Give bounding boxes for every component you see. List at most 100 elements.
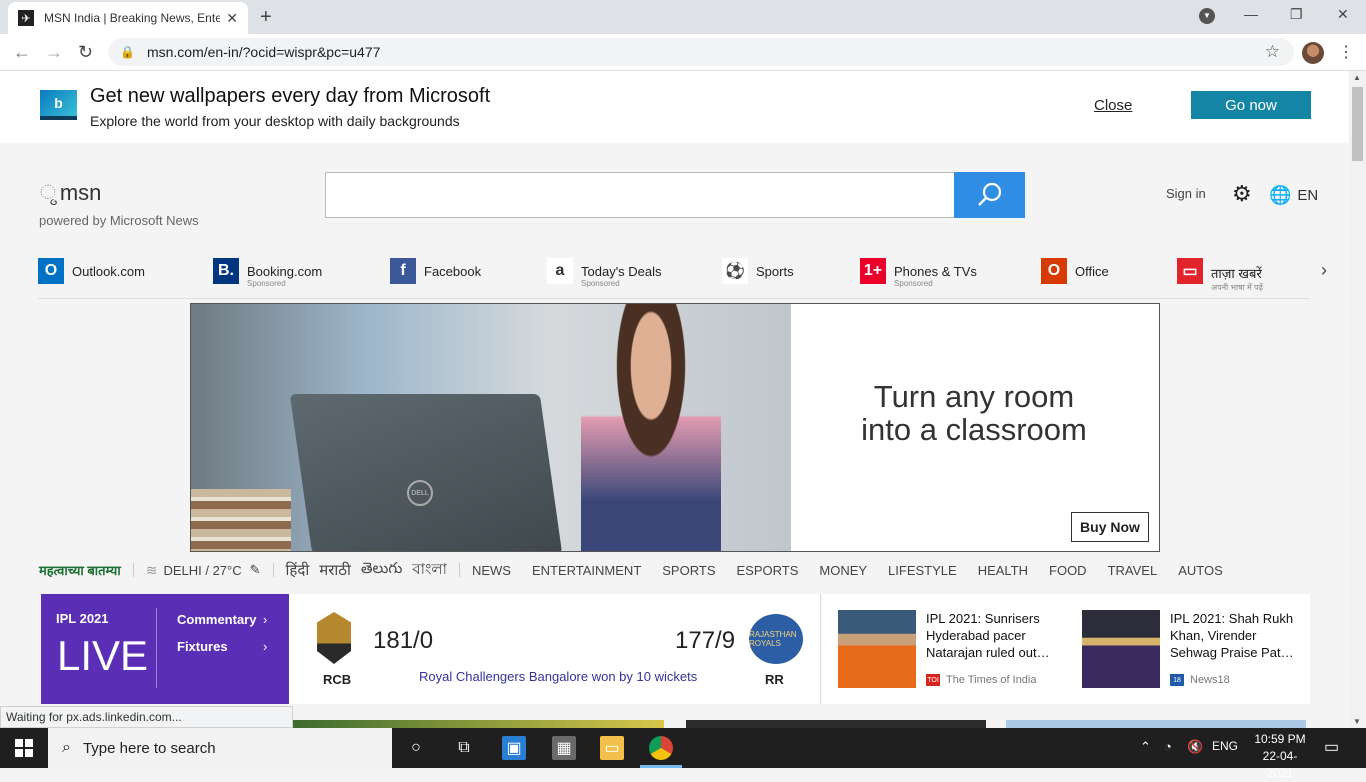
news-thumbnail[interactable] (1082, 610, 1160, 688)
news-card[interactable]: IPL 2021: Sunrisers Hyderabad pacer Nata… (838, 610, 1068, 690)
quick-link-5[interactable]: 1+ Phones & TVs Sponsored (860, 258, 977, 288)
maximize-icon[interactable]: ❐ (1290, 6, 1303, 23)
scroll-down-icon[interactable]: ▼ (1353, 717, 1361, 726)
buy-now-button[interactable]: Buy Now (1071, 512, 1149, 542)
minimize-icon[interactable]: — (1244, 6, 1258, 22)
windows-logo-icon (15, 739, 33, 757)
quick-link-text: Phones & TVs (894, 264, 977, 279)
volume-muted-icon[interactable]: 🔇 (1187, 739, 1203, 755)
wallpaper-promo-banner: b Get new wallpapers every day from Micr… (0, 71, 1349, 143)
taskbar-search-placeholder[interactable]: Type here to search (83, 740, 216, 757)
news-thumbnail[interactable] (838, 610, 916, 688)
reload-icon[interactable]: ↻ (78, 42, 93, 63)
calculator-icon[interactable]: ▦ (552, 736, 576, 760)
weather-text: DELHI / 27°C (163, 562, 242, 578)
dell-ad-banner[interactable]: DELL Turn any room into a classroom Buy … (190, 303, 1160, 552)
cortana-icon[interactable]: ○ (404, 736, 428, 760)
nav-health[interactable]: HEALTH (978, 563, 1028, 578)
msn-logo[interactable]: ୃ msn (40, 180, 101, 206)
nav-entertainment[interactable]: ENTERTAINMENT (532, 563, 641, 578)
chevron-right-icon[interactable]: › (263, 612, 267, 627)
quick-link-7[interactable]: ▭ ताज़ा खबरें अपनी भाषा में पढ़ें (1177, 258, 1263, 293)
scrollbar-thumb[interactable] (1352, 87, 1363, 161)
address-bar[interactable]: 🔒 msn.com/en-in/?ocid=wispr&pc=u477 ☆ (108, 38, 1294, 66)
search-button[interactable] (954, 172, 1025, 218)
close-window-icon[interactable]: ✕ (1337, 6, 1349, 23)
match-result[interactable]: Royal Challengers Bangalore won by 10 wi… (419, 669, 697, 684)
store-icon[interactable]: ▣ (502, 736, 526, 760)
input-language[interactable]: ENG (1212, 739, 1238, 753)
back-icon[interactable]: ← (13, 42, 31, 63)
fixtures-link[interactable]: Fixtures (177, 639, 228, 654)
kebab-menu-icon[interactable]: ⋮ (1338, 42, 1354, 62)
search-input[interactable] (325, 172, 955, 218)
news-title[interactable]: IPL 2021: Shah Rukh Khan, Virender Sehwa… (1170, 610, 1300, 661)
promo-go-now-button[interactable]: Go now (1191, 91, 1311, 119)
notifications-icon[interactable]: ▭ (1324, 737, 1339, 757)
news-card[interactable]: IPL 2021: Shah Rukh Khan, Virender Sehwa… (1082, 610, 1312, 690)
quick-link-6[interactable]: O Office (1041, 258, 1109, 284)
nav-news[interactable]: NEWS (472, 563, 511, 578)
forward-icon[interactable]: → (45, 42, 63, 63)
match-scorecard[interactable]: RCB 181/0 177/9 RAJASTHAN ROYALS RR Roya… (289, 594, 821, 704)
nav-food[interactable]: FOOD (1049, 563, 1087, 578)
nav-esports[interactable]: ESPORTS (736, 563, 798, 578)
chevron-right-icon[interactable]: › (263, 639, 267, 654)
profile-avatar[interactable] (1302, 42, 1324, 64)
wifi-icon[interactable]: ◔ (1164, 739, 1172, 754)
tile-preview[interactable] (292, 720, 664, 728)
nav-autos[interactable]: AUTOS (1178, 563, 1223, 578)
browser-tab[interactable]: ✈ MSN India | Breaking News, Ente ✕ (8, 2, 248, 34)
promo-close-link[interactable]: Close (1094, 97, 1132, 114)
lang-link-bengali[interactable]: বাংলা (412, 558, 447, 583)
lang-link-marathi[interactable]: मराठी (319, 560, 351, 580)
oneplus-icon: 1+ (860, 258, 886, 284)
lock-icon[interactable]: 🔒 (120, 45, 135, 59)
quick-link-0[interactable]: O Outlook.com (38, 258, 145, 284)
tile-preview[interactable] (1006, 720, 1306, 728)
quick-link-3[interactable]: a Today's Deals Sponsored (547, 258, 662, 288)
task-view-icon[interactable]: ⧉ (452, 736, 476, 760)
facebook-icon: f (390, 258, 416, 284)
start-button[interactable] (0, 728, 48, 768)
browser-tab-strip: ✈ MSN India | Breaking News, Ente ✕ + ▼ … (0, 0, 1366, 34)
tab-close-icon[interactable]: ✕ (226, 10, 238, 27)
sponsored-label: Sponsored (894, 279, 933, 288)
taskbar-search[interactable]: ⌕ Type here to search (48, 728, 392, 768)
ipl-live-card[interactable]: IPL 2021 LIVE Commentary › Fixtures › (41, 594, 289, 704)
news-source-name: News18 (1190, 674, 1230, 686)
ad-photo[interactable]: DELL (191, 304, 791, 551)
sign-in-link[interactable]: Sign in (1166, 186, 1206, 201)
tile-preview[interactable] (686, 720, 986, 728)
file-explorer-icon[interactable]: ▭ (600, 736, 624, 760)
quick-links-next-icon[interactable]: › (1321, 260, 1327, 281)
chrome-icon[interactable] (649, 736, 673, 760)
commentary-link[interactable]: Commentary (177, 612, 256, 627)
marathi-news-link[interactable]: महत्वाच्या बातम्या (39, 561, 121, 579)
scroll-up-icon[interactable]: ▲ (1353, 73, 1361, 82)
nav-sports[interactable]: SPORTS (662, 563, 715, 578)
show-hidden-icons-icon[interactable]: ⌃ (1140, 739, 1151, 755)
system-clock[interactable]: 10:59 PM 22-04-2021 (1250, 731, 1310, 782)
nav-travel[interactable]: TRAVEL (1108, 563, 1158, 578)
weather-widget[interactable]: ≋ DELHI / 27°C ✎ (146, 562, 261, 579)
sponsored-label: Sponsored (581, 279, 620, 288)
nav-lifestyle[interactable]: LIFESTYLE (888, 563, 957, 578)
lang-link-telugu[interactable]: తెలుగు (361, 560, 402, 581)
vertical-scrollbar[interactable]: ▲ ▼ (1349, 71, 1366, 728)
new-tab-button[interactable]: + (260, 6, 272, 29)
nav-money[interactable]: MONEY (819, 563, 867, 578)
settings-gear-icon[interactable]: ⚙ (1232, 181, 1252, 207)
news-title[interactable]: IPL 2021: Sunrisers Hyderabad pacer Nata… (926, 610, 1056, 661)
quick-link-2[interactable]: f Facebook (390, 258, 481, 284)
quick-link-label: Today's Deals Sponsored (581, 264, 662, 288)
language-selector[interactable]: 🌐 EN (1269, 185, 1318, 206)
lang-link-hindi[interactable]: हिंदी (286, 560, 310, 580)
quick-link-1[interactable]: B. Booking.com Sponsored (213, 258, 322, 288)
url-text[interactable]: msn.com/en-in/?ocid=wispr&pc=u477 (147, 44, 380, 60)
quick-link-4[interactable]: ⚽ Sports (722, 258, 794, 284)
edit-pencil-icon[interactable]: ✎ (250, 562, 261, 578)
media-control-icon[interactable]: ▼ (1199, 8, 1215, 24)
star-icon[interactable]: ☆ (1265, 42, 1280, 62)
divider (272, 563, 274, 577)
